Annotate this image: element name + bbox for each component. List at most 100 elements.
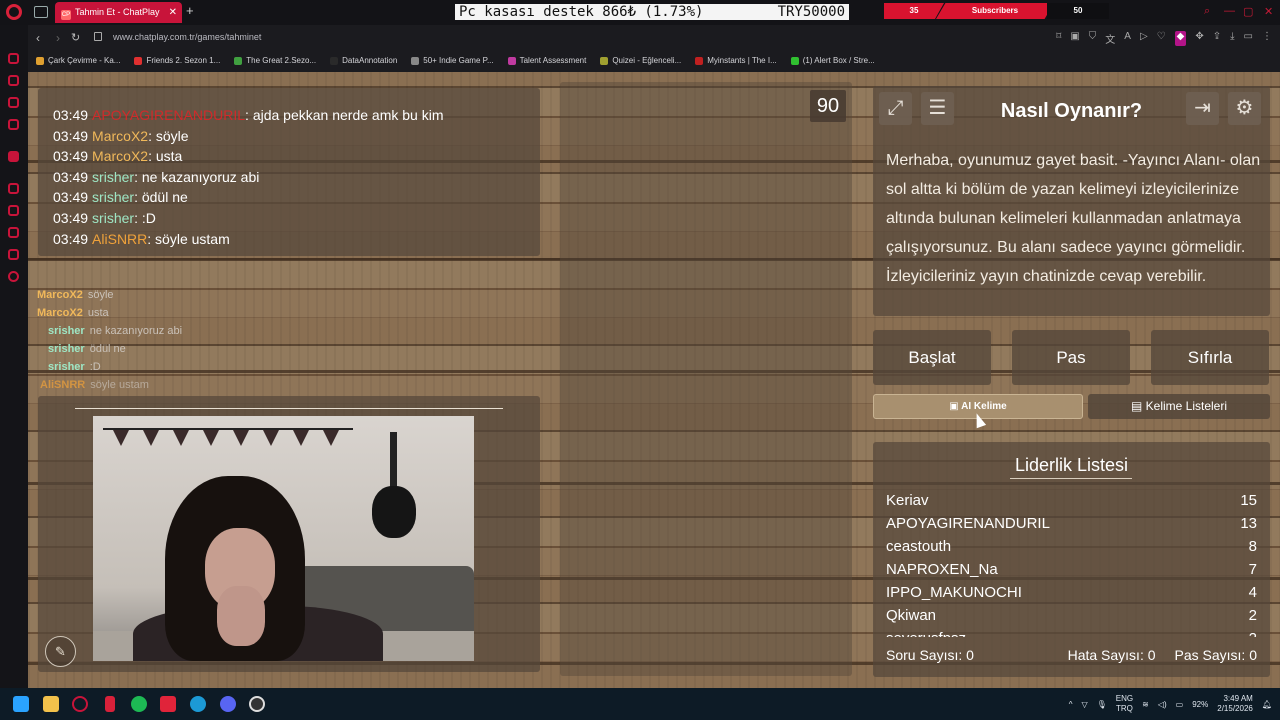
stream-overlay-chat: MarcoX2 söyle MarcoX2 usta srisher ne kazan… bbox=[37, 286, 182, 394]
sidebar-news-icon[interactable] bbox=[8, 119, 19, 130]
tab-tahmin-et[interactable]: CP Tahmin Et - ChatPlay ✕ bbox=[55, 2, 182, 23]
leaderboard-panel: Liderlik Listesi Keriav 15 APOYAGIRENANDU… bbox=[873, 442, 1270, 677]
sidebar-home-icon[interactable] bbox=[8, 53, 19, 64]
bookmark-item[interactable]: Talent Assessment bbox=[507, 52, 586, 69]
maximize-icon[interactable]: ▢ bbox=[1243, 5, 1253, 18]
chat-username: srisher bbox=[92, 168, 135, 185]
bookmark-item[interactable]: Çark Çevirme - Ka... bbox=[36, 52, 120, 69]
wifi-icon[interactable]: ≋ bbox=[1142, 700, 1149, 709]
pass-count: Pas Sayısı: 0 bbox=[1174, 647, 1257, 663]
leaderboard-row: ceastouth 8 bbox=[886, 538, 1257, 555]
wallet-icon[interactable]: ▭ bbox=[1244, 31, 1253, 46]
close-window-icon[interactable]: ✕ bbox=[1264, 5, 1273, 18]
tab-switcher-icon[interactable] bbox=[34, 6, 48, 18]
browser-sidebar bbox=[0, 25, 28, 688]
chat-message: 03:49 MarcoX2: söyle bbox=[53, 127, 189, 144]
bookmark-item[interactable]: 50+ Indie Game P... bbox=[411, 52, 494, 69]
discord-icon[interactable] bbox=[220, 696, 236, 712]
battery-icon[interactable]: ▭ bbox=[1176, 700, 1184, 709]
notification-bell-icon[interactable]: 🔔︎ bbox=[1262, 700, 1272, 709]
browser-tab-bar: CP Tahmin Et - ChatPlay ✕ + Pc kasası des… bbox=[0, 0, 1280, 25]
close-tab-icon[interactable]: ✕ bbox=[169, 2, 177, 23]
reset-button[interactable]: Sıfırla bbox=[1151, 330, 1269, 385]
menu-icon[interactable]: ⋮ bbox=[1262, 31, 1272, 46]
reload-icon[interactable]: ↻ bbox=[71, 31, 80, 44]
list-icon: ▤ bbox=[1130, 399, 1146, 413]
minimize-icon[interactable]: — bbox=[1224, 5, 1235, 17]
url-field[interactable]: www.chatplay.com.tr/games/tahminet bbox=[113, 32, 261, 42]
forward-icon[interactable]: › bbox=[56, 31, 60, 45]
pass-button[interactable]: Pas bbox=[1012, 330, 1130, 385]
new-tab-icon[interactable]: + bbox=[186, 3, 194, 18]
extensions-area: ⌑ ▣ ⛉ 文 A ▷ ♡ ◆ ✥ ⇪ ⤓ ▭ ⋮ bbox=[1056, 31, 1272, 46]
heart-icon[interactable]: ♡ bbox=[1157, 31, 1166, 46]
bookmark-item[interactable]: Myinstants | The I... bbox=[695, 52, 777, 69]
share-icon[interactable]: ⇪ bbox=[1213, 31, 1221, 46]
sidebar-shop-icon[interactable] bbox=[8, 75, 19, 86]
bookmark-favicon-icon bbox=[234, 56, 243, 65]
ticker-target: TRY50000 bbox=[777, 4, 845, 20]
gear-icon[interactable]: ⚙ bbox=[1228, 92, 1261, 125]
webcam-feed bbox=[93, 416, 474, 661]
obs-icon[interactable] bbox=[249, 696, 265, 712]
language-indicator[interactable]: ENG TRQ bbox=[1116, 694, 1133, 714]
game-page: 03:49 APOYAGIRENANDURIL: ajda pekkan nerd… bbox=[28, 72, 1280, 688]
search-tabs-icon[interactable]: ⌕ bbox=[1204, 5, 1210, 18]
snapshot-icon[interactable]: ▣ bbox=[1070, 31, 1079, 46]
question-count: Soru Sayısı: 0 bbox=[886, 647, 974, 663]
youtube-icon[interactable] bbox=[160, 696, 176, 712]
microphone-icon[interactable]: 🎙︎ bbox=[1097, 700, 1107, 709]
extension-puzzle-icon[interactable]: ✥ bbox=[1195, 31, 1203, 46]
spotify-icon[interactable] bbox=[131, 696, 147, 712]
leaderboard-row: IPPO_MAKUNOCHI 4 bbox=[886, 584, 1257, 601]
bookmark-item[interactable]: Quizei - Eğlenceli... bbox=[600, 52, 681, 69]
bookmark-favicon-icon bbox=[600, 56, 609, 65]
sidebar-twitch-icon[interactable] bbox=[8, 151, 19, 162]
sidebar-messenger-icon[interactable] bbox=[8, 97, 19, 108]
divider bbox=[75, 408, 503, 409]
volume-icon[interactable]: ◁) bbox=[1158, 700, 1167, 709]
overlay-chat-message: AliSNRR söyle ustam bbox=[40, 379, 149, 391]
donation-ticker: Pc kasası destek 866₺ (1.73%) TRY50000 bbox=[455, 4, 849, 20]
word-lists-button[interactable]: ▤ Kelime Listeleri bbox=[1088, 394, 1270, 419]
sidebar-settings-icon[interactable] bbox=[8, 271, 19, 282]
bookmark-item[interactable]: Friends 2. Sezon 1... bbox=[134, 52, 220, 69]
opera-gx-icon[interactable] bbox=[72, 696, 88, 712]
translate-alt-icon[interactable]: A bbox=[1124, 31, 1131, 46]
chat-message: 03:49 srisher: ne kazanıyoruz abi bbox=[53, 168, 260, 185]
edge-icon[interactable] bbox=[190, 696, 206, 712]
shield-icon[interactable]: ⛉ bbox=[1089, 31, 1097, 46]
bookmark-icon[interactable]: ⌑ bbox=[1056, 31, 1061, 46]
sidebar-music-icon[interactable] bbox=[8, 183, 19, 194]
chat-username: AliSNRR bbox=[92, 230, 148, 247]
bookmark-item[interactable]: The Great 2.Sezo... bbox=[234, 52, 316, 69]
ticker-goal-text: Pc kasası destek 866₺ (1.73%) bbox=[459, 4, 704, 20]
chat-message: 03:49 AliSNRR: söyle ustam bbox=[53, 230, 230, 247]
pencil-icon[interactable]: ✎ bbox=[45, 636, 76, 667]
extension-highlight-icon[interactable]: ◆ bbox=[1174, 31, 1187, 46]
bookmark-item[interactable]: DataAnnotation bbox=[330, 52, 397, 69]
sidebar-tabs-icon[interactable] bbox=[8, 205, 19, 216]
bookmark-item[interactable]: (1) Alert Box / Stre... bbox=[790, 52, 875, 69]
file-explorer-icon[interactable] bbox=[43, 696, 59, 712]
windows-start-icon[interactable] bbox=[13, 696, 29, 712]
translate-icon[interactable]: 文 bbox=[1105, 31, 1115, 46]
ai-word-icon: ▣ bbox=[949, 401, 962, 412]
download-icon[interactable]: ⤓ bbox=[1230, 31, 1234, 46]
network-icon[interactable]: ▽ bbox=[1081, 700, 1087, 709]
sidebar-history-icon[interactable] bbox=[8, 227, 19, 238]
opera-logo-icon[interactable] bbox=[6, 4, 22, 20]
start-button[interactable]: Başlat bbox=[873, 330, 991, 385]
play-icon[interactable]: ▷ bbox=[1140, 31, 1148, 46]
clock[interactable]: 3:49 AM 2/15/2026 bbox=[1217, 694, 1253, 714]
chevron-up-icon[interactable]: ^ bbox=[1069, 700, 1073, 709]
bookmark-favicon-icon bbox=[36, 56, 44, 65]
opera-icon[interactable] bbox=[105, 696, 115, 712]
timer-counter: 90 bbox=[810, 90, 846, 122]
sidebar-downloads-icon[interactable] bbox=[8, 249, 19, 260]
back-icon[interactable]: ‹ bbox=[36, 31, 40, 45]
logout-icon[interactable]: ⇥ bbox=[1186, 92, 1219, 125]
chat-username: srisher bbox=[92, 209, 135, 226]
chat-message: 03:49 APOYAGIRENANDURIL: ajda pekkan nerd… bbox=[53, 107, 444, 123]
chat-message: 03:49 srisher: ödül ne bbox=[53, 189, 188, 206]
